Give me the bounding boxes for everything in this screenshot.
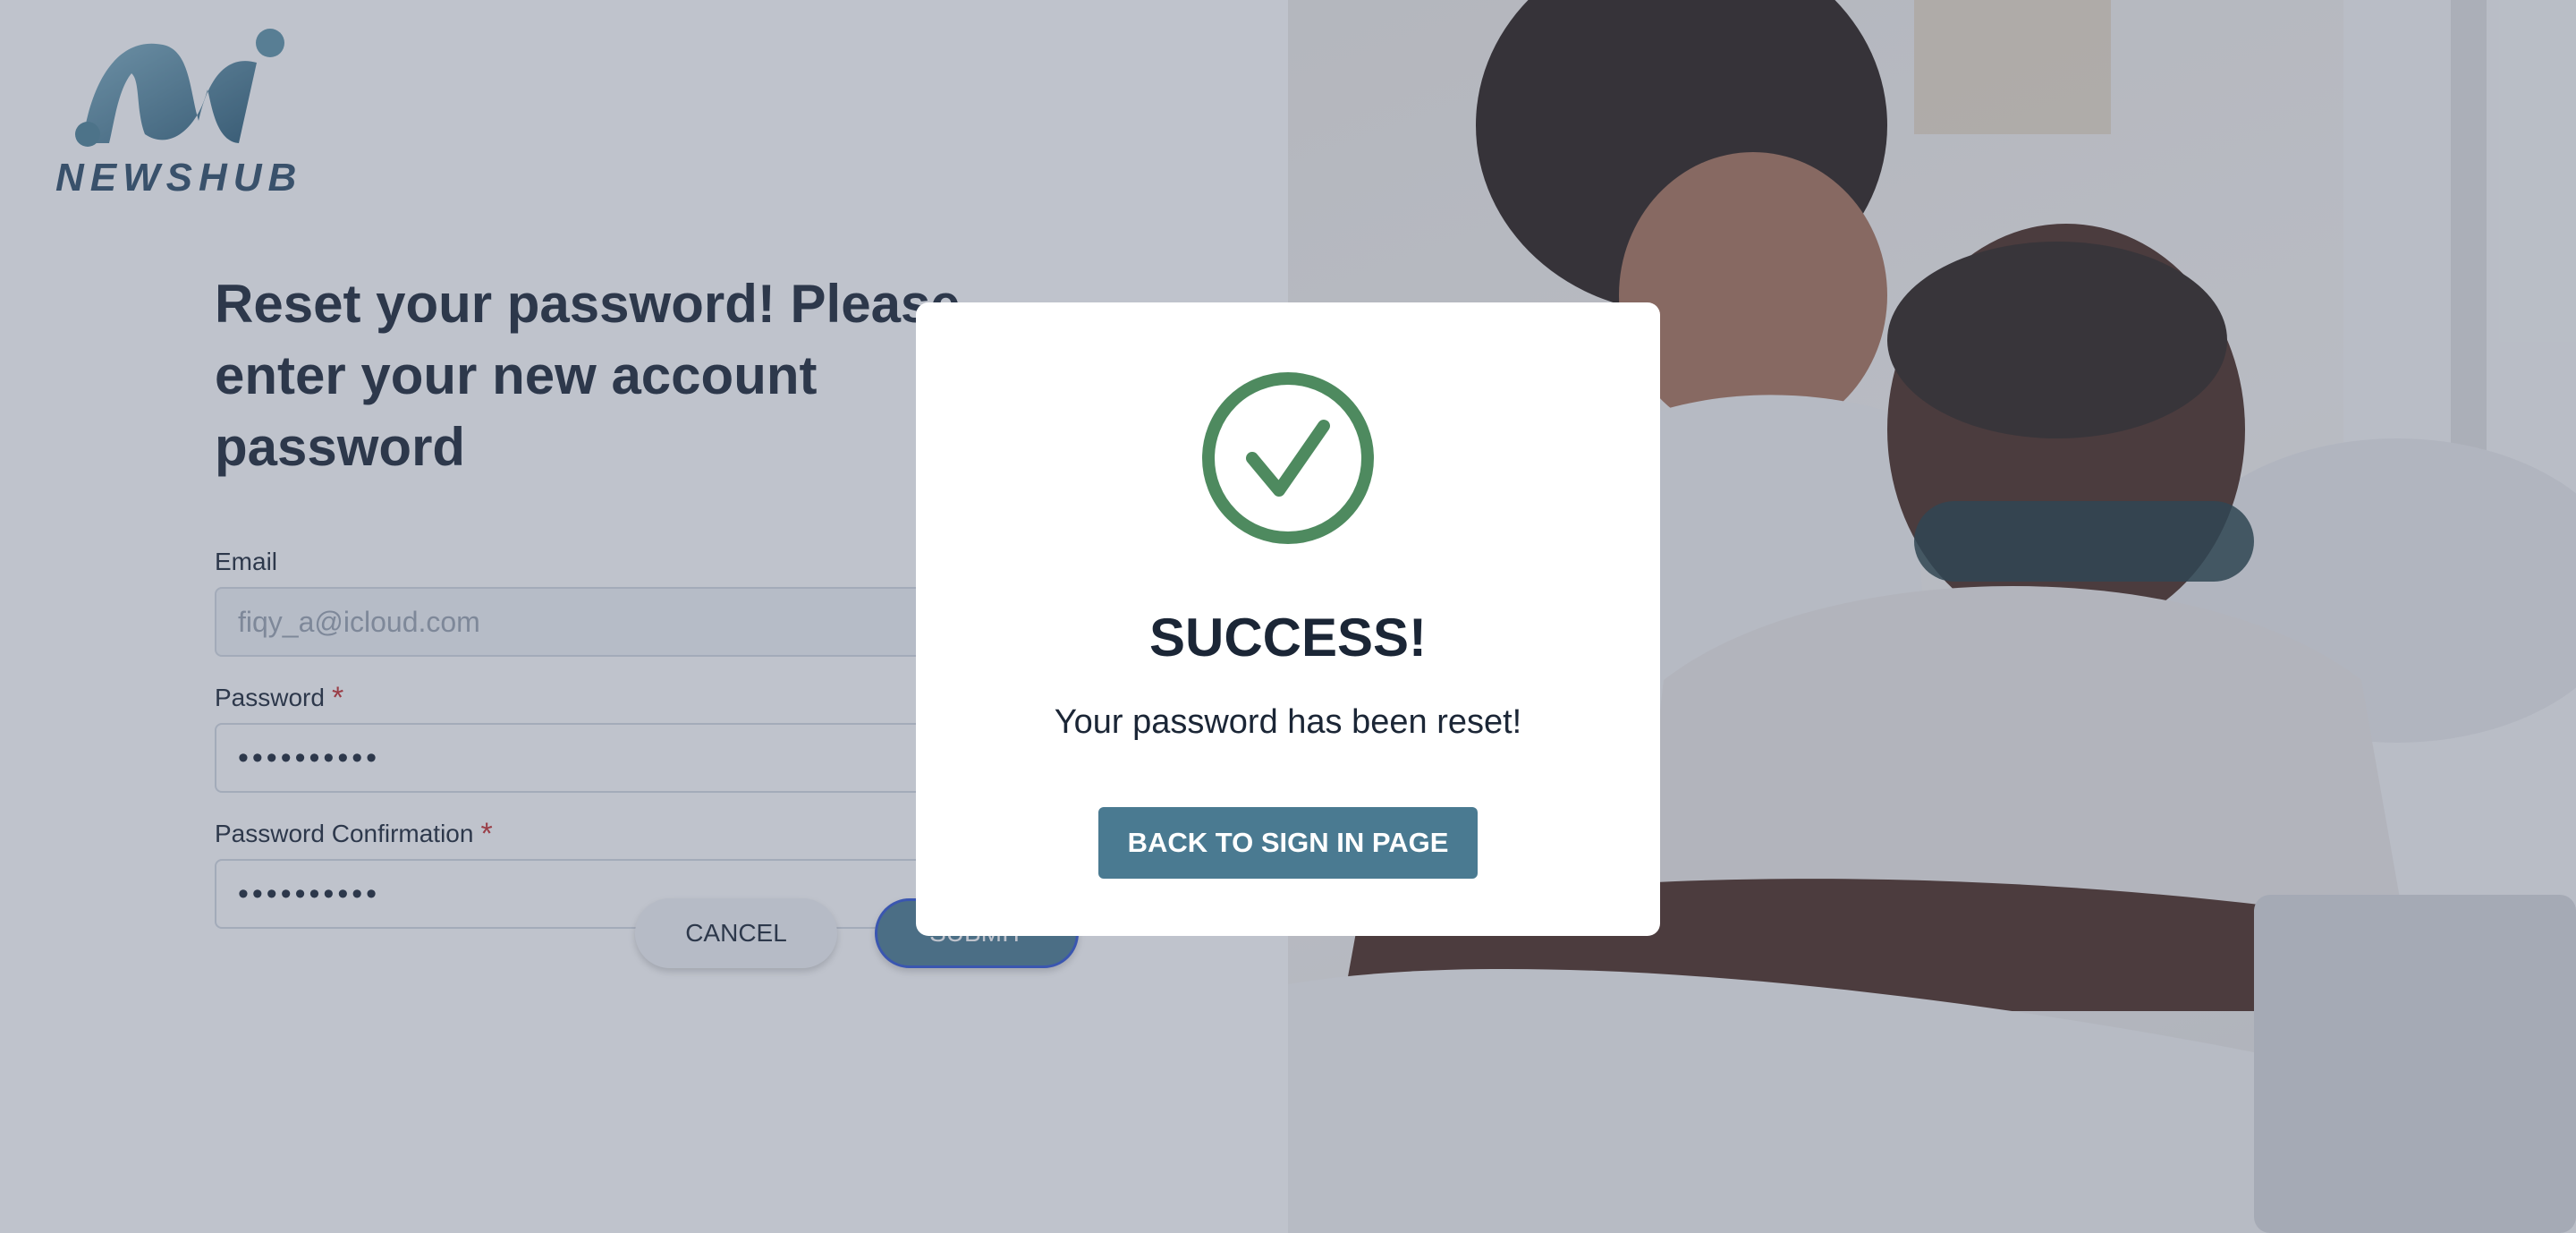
modal-message: Your password has been reset! [1054,703,1522,741]
back-to-sign-in-button[interactable]: BACK TO SIGN IN PAGE [1098,807,1478,879]
check-circle-icon [1202,372,1374,544]
modal-title: SUCCESS! [1148,608,1428,668]
success-modal: SUCCESS! Your password has been reset! B… [916,302,1660,936]
